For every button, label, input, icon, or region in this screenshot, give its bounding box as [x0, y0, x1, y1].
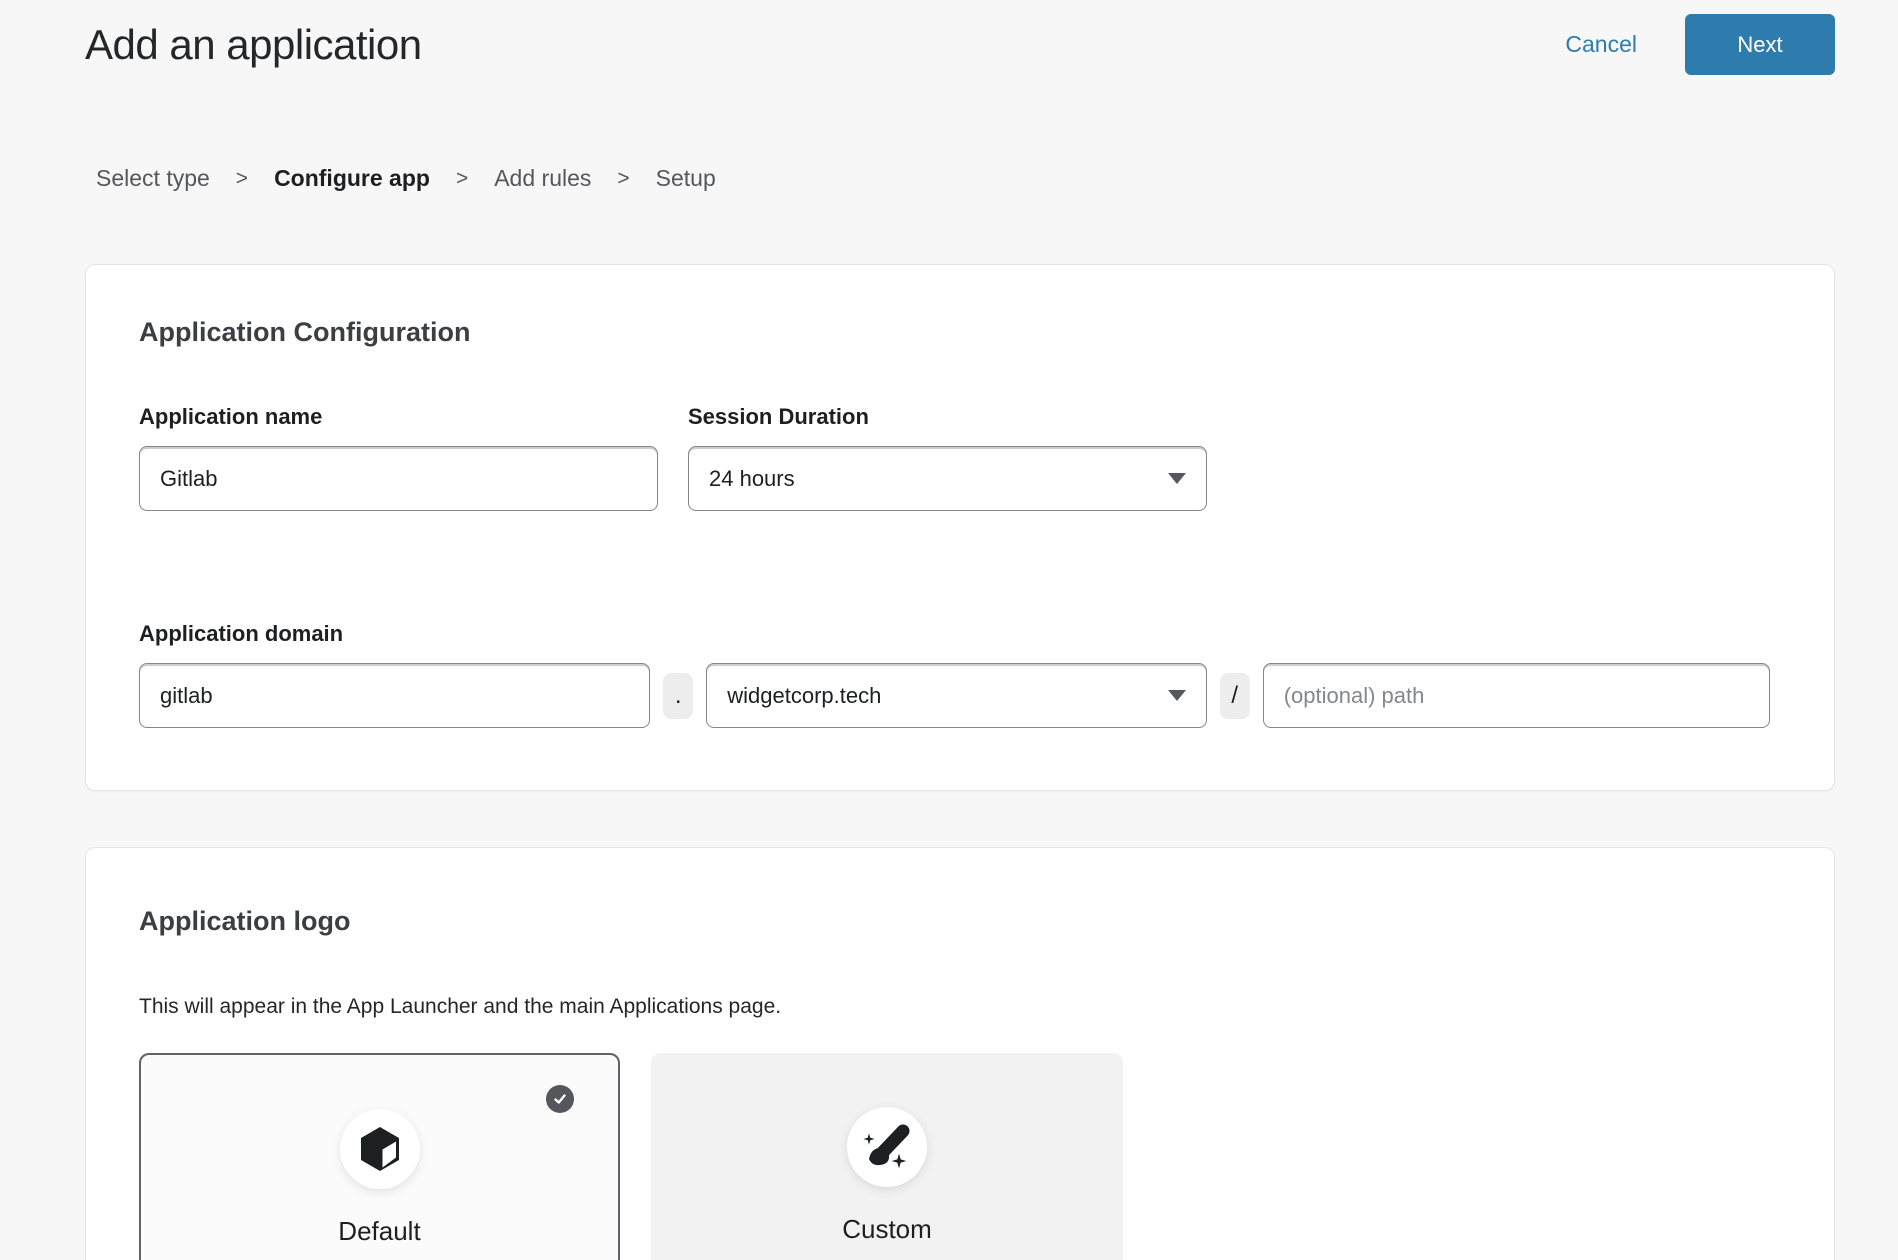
chevron-down-icon — [1168, 473, 1186, 484]
next-button[interactable]: Next — [1685, 14, 1835, 75]
application-domain-row: . widgetcorp.tech / — [139, 663, 1770, 728]
logo-option-label: Default — [338, 1216, 420, 1247]
step-configure-app[interactable]: Configure app — [274, 165, 430, 192]
cancel-button[interactable]: Cancel — [1565, 31, 1637, 58]
session-duration-label: Session Duration — [688, 404, 1207, 430]
breadcrumb-separator: > — [617, 167, 629, 191]
chevron-down-icon — [1168, 690, 1186, 701]
header-actions: Cancel Next — [1565, 14, 1835, 75]
path-input[interactable] — [1263, 663, 1770, 728]
application-name-input[interactable] — [139, 446, 658, 511]
session-duration-select[interactable]: 24 hours — [688, 446, 1207, 511]
breadcrumb-separator: > — [456, 167, 468, 191]
application-name-label: Application name — [139, 404, 658, 430]
breadcrumb-separator: > — [236, 167, 248, 191]
step-add-rules[interactable]: Add rules — [494, 165, 591, 192]
page-title: Add an application — [85, 21, 422, 69]
domain-select[interactable]: widgetcorp.tech — [706, 663, 1206, 728]
breadcrumb: Select type > Configure app > Add rules … — [96, 165, 1898, 192]
dot-separator: . — [663, 673, 693, 719]
application-configuration-card: Application Configuration Application na… — [85, 264, 1835, 791]
selected-check-icon — [546, 1085, 574, 1113]
slash-separator: / — [1220, 673, 1250, 719]
logo-option-default[interactable]: Default — [139, 1053, 620, 1260]
subdomain-input[interactable] — [139, 663, 650, 728]
logo-option-label: Custom — [842, 1214, 932, 1245]
custom-logo-circle — [847, 1107, 927, 1187]
page-header: Add an application Cancel Next — [0, 0, 1898, 75]
step-setup[interactable]: Setup — [656, 165, 716, 192]
logo-option-custom[interactable]: Custom — [651, 1053, 1123, 1260]
logo-options: Default Custom — [139, 1053, 1770, 1260]
application-domain-label: Application domain — [139, 621, 1770, 647]
logo-card-title: Application logo — [139, 906, 1770, 937]
name-duration-row: Application name Session Duration 24 hou… — [139, 404, 1770, 511]
domain-select-value: widgetcorp.tech — [727, 683, 881, 709]
logo-card-description: This will appear in the App Launcher and… — [139, 995, 1770, 1019]
application-logo-card: Application logo This will appear in the… — [85, 847, 1835, 1260]
application-name-field-group: Application name — [139, 404, 658, 511]
session-duration-value: 24 hours — [709, 466, 795, 492]
configuration-card-title: Application Configuration — [139, 317, 1770, 348]
session-duration-field-group: Session Duration 24 hours — [688, 404, 1207, 511]
step-select-type[interactable]: Select type — [96, 165, 210, 192]
default-logo-circle — [340, 1109, 420, 1189]
application-domain-section: Application domain . widgetcorp.tech / — [139, 621, 1770, 728]
cube-icon — [357, 1124, 403, 1174]
paintbrush-icon — [861, 1121, 913, 1173]
